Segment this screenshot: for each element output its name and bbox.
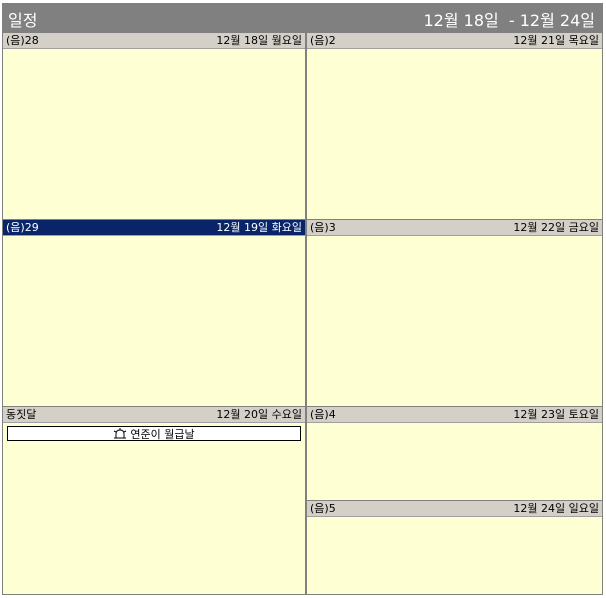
day-header: (음)3 12월 22일 금요일 (307, 220, 602, 236)
day-header-selected: (음)29 12월 19일 화요일 (3, 220, 305, 236)
day-date: 12월 18일 월요일 (216, 34, 302, 47)
day-date: 12월 19일 화요일 (216, 221, 302, 234)
day-cell-mon[interactable]: (음)28 12월 18일 월요일 (3, 32, 305, 219)
day-cell-wed[interactable]: 동짓달 12월 20일 수요일 연준이 월급날 (3, 406, 305, 594)
lunar-date: (음)5 (310, 502, 336, 515)
lunar-date: (음)3 (310, 221, 336, 234)
day-date: 12월 21일 목요일 (513, 34, 599, 47)
day-header: 동짓달 12월 20일 수요일 (3, 407, 305, 423)
day-date: 12월 24일 일요일 (513, 502, 599, 515)
day-header: (음)28 12월 18일 월요일 (3, 33, 305, 49)
calendar-title: 일정 (8, 11, 38, 30)
week-grid: (음)28 12월 18일 월요일 (음)29 12월 19일 화요일 동짓달 … (2, 31, 603, 595)
lunar-date: (음)4 (310, 408, 336, 421)
day-cell-thu[interactable]: (음)2 12월 21일 목요일 (307, 32, 602, 219)
lunar-date: (음)29 (6, 221, 39, 234)
date-range: 12월 18일 - 12월 24일 (423, 11, 595, 30)
event-title: 연준이 월급날 (130, 428, 195, 441)
day-cell-sat[interactable]: (음)4 12월 23일 토요일 (307, 406, 602, 500)
calendar-title-bar: 일정 12월 18일 - 12월 24일 (2, 3, 603, 31)
day-cell-tue[interactable]: (음)29 12월 19일 화요일 (3, 219, 305, 406)
alarm-bell-icon (114, 428, 127, 439)
lunar-date: (음)2 (310, 34, 336, 47)
day-date: 12월 20일 수요일 (216, 408, 302, 421)
day-cell-fri[interactable]: (음)3 12월 22일 금요일 (307, 219, 602, 406)
event-item[interactable]: 연준이 월급날 (7, 426, 301, 441)
day-cell-sun[interactable]: (음)5 12월 24일 일요일 (307, 500, 602, 594)
day-header: (음)4 12월 23일 토요일 (307, 407, 602, 423)
day-header: (음)5 12월 24일 일요일 (307, 501, 602, 517)
day-date: 12월 22일 금요일 (513, 221, 599, 234)
day-header: (음)2 12월 21일 목요일 (307, 33, 602, 49)
lunar-date: (음)28 (6, 34, 39, 47)
day-date: 12월 23일 토요일 (513, 408, 599, 421)
lunar-date: 동짓달 (6, 408, 37, 421)
